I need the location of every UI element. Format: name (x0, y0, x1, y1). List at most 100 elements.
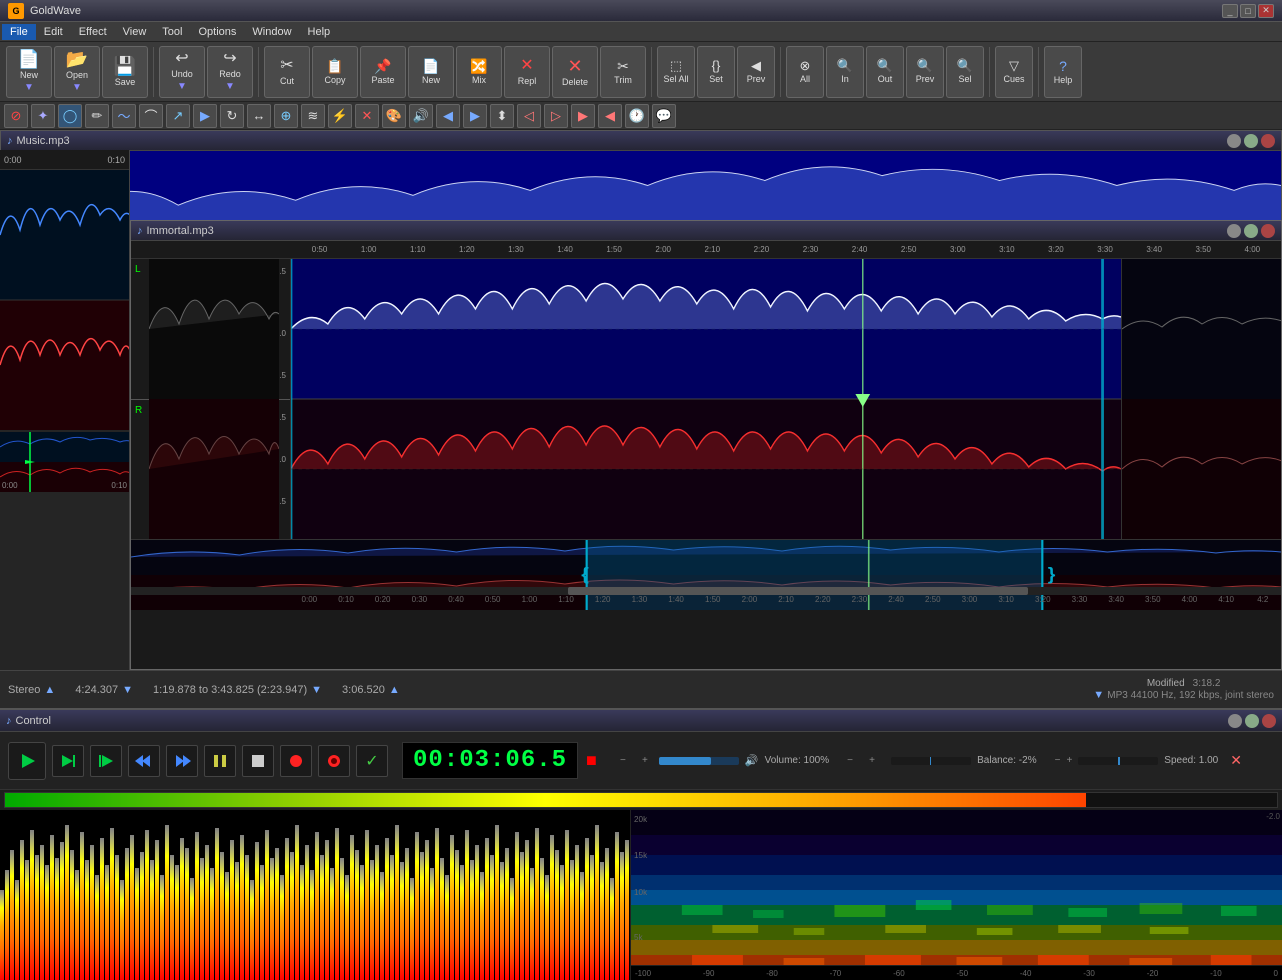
help-button[interactable]: ? Help (1044, 46, 1082, 98)
move-btn[interactable]: ✦ (31, 104, 55, 128)
mini-overview[interactable]: 0:00 0:10 (0, 432, 129, 492)
comment-btn[interactable]: 💬 (652, 104, 676, 128)
fade-btn[interactable]: ⬍ (490, 104, 514, 128)
open-dropdown[interactable]: ▼ (72, 82, 82, 93)
selall-button[interactable]: ⬚ Sel All (657, 46, 695, 98)
paste-button[interactable]: 📌 Paste (360, 46, 406, 98)
pencil-btn[interactable]: ✏ (85, 104, 109, 128)
undo-button[interactable]: ↩ Undo ▼ (159, 46, 205, 98)
split-btn[interactable]: ⚡ (328, 104, 352, 128)
all-button[interactable]: ⊗ All (786, 46, 824, 98)
prev-button[interactable]: ◀ Prev (737, 46, 775, 98)
duration-dropdown[interactable]: ▼ (122, 684, 133, 696)
left2-btn[interactable]: ◀ (436, 104, 460, 128)
ctrl-close[interactable] (1262, 714, 1276, 728)
channels-dropdown[interactable]: ▲ (44, 684, 55, 696)
line-btn[interactable]: ↗ (166, 104, 190, 128)
close-x[interactable]: ✕ (1230, 752, 1242, 769)
set-button[interactable]: {} Set (697, 46, 735, 98)
record-button[interactable] (280, 745, 312, 777)
delete-button[interactable]: ✕ Delete (552, 46, 598, 98)
mix-button[interactable]: 🔀 Mix (456, 46, 502, 98)
immortal-close[interactable] (1261, 224, 1275, 238)
menu-options[interactable]: Options (190, 24, 244, 40)
confirm-button[interactable]: ✓ (356, 745, 388, 777)
bounce-btn[interactable]: ↔ (247, 104, 271, 128)
bal-plus[interactable]: + (869, 755, 885, 766)
trim-button[interactable]: ✂ Trim (600, 46, 646, 98)
immortal-overview[interactable]: { } 0:00 0:10 0:20 0:30 0:40 0:50 1:00 1… (131, 539, 1281, 609)
mark2-btn[interactable]: ▷ (544, 104, 568, 128)
cross-btn[interactable]: ✕ (355, 104, 379, 128)
minimize-button[interactable]: _ (1222, 4, 1238, 18)
save-button[interactable]: 💾 Save (102, 46, 148, 98)
menu-tool[interactable]: Tool (154, 24, 190, 40)
right2-btn[interactable]: ▶ (463, 104, 487, 128)
volume2-btn[interactable]: 🔊 (409, 104, 433, 128)
record-monitor-button[interactable] (318, 745, 350, 777)
speed-plus[interactable]: + (1066, 755, 1072, 766)
rewind-button[interactable] (128, 745, 160, 777)
menu-effect[interactable]: Effect (71, 24, 115, 40)
open-button[interactable]: 📂 Open ▼ (54, 46, 100, 98)
smooth-btn[interactable]: ⌒ (139, 104, 163, 128)
cut-button[interactable]: ✂ Cut (264, 46, 310, 98)
scrollbar-thumb[interactable] (568, 587, 1028, 595)
menu-window[interactable]: Window (244, 24, 299, 40)
selection-dropdown[interactable]: ▼ (311, 684, 322, 696)
immortal-restore[interactable] (1244, 224, 1258, 238)
select-btn[interactable]: ◯ (58, 104, 82, 128)
new2-button[interactable]: 📄 New (408, 46, 454, 98)
zoomout-button[interactable]: 🔍 Out (866, 46, 904, 98)
replace-button[interactable]: ✕ Repl (504, 46, 550, 98)
undo-dropdown[interactable]: ▼ (177, 81, 187, 92)
maximize-button[interactable]: □ (1240, 4, 1256, 18)
fastforward-button[interactable] (166, 745, 198, 777)
music-close[interactable] (1261, 134, 1275, 148)
mark4-btn[interactable]: ◀ (598, 104, 622, 128)
cursor-dropdown[interactable]: ▲ (389, 684, 400, 696)
right-btn[interactable]: ▶ (193, 104, 217, 128)
prevzoom-button[interactable]: 🔍 Prev (906, 46, 944, 98)
clock-btn[interactable]: 🕐 (625, 104, 649, 128)
close-button[interactable]: ✕ (1258, 4, 1274, 18)
redo-dropdown[interactable]: ▼ (225, 81, 235, 92)
h-scrollbar[interactable] (131, 587, 1281, 595)
mark1-btn[interactable]: ◁ (517, 104, 541, 128)
bal-minus[interactable]: − (847, 755, 863, 766)
stop-button[interactable] (242, 745, 274, 777)
menu-file[interactable]: File (2, 24, 36, 40)
play-from-start-button[interactable] (90, 745, 122, 777)
side-waveform[interactable] (0, 170, 129, 430)
music-minimize[interactable] (1227, 134, 1241, 148)
pause-button[interactable] (204, 745, 236, 777)
ctrl-minimize[interactable] (1228, 714, 1242, 728)
music-maximize[interactable] (1244, 134, 1258, 148)
immortal-minimize[interactable] (1227, 224, 1241, 238)
copy-button[interactable]: 📋 Copy (312, 46, 358, 98)
speed-minus[interactable]: − (1055, 755, 1061, 766)
stop-effect-btn[interactable]: ⊘ (4, 104, 28, 128)
cues-button[interactable]: ▽ Cues (995, 46, 1033, 98)
redo-button[interactable]: ↪ Redo ▼ (207, 46, 253, 98)
loop-btn[interactable]: ↻ (220, 104, 244, 128)
mark3-btn[interactable]: ▶ (571, 104, 595, 128)
new-button[interactable]: 📄 New ▼ (6, 46, 52, 98)
wave-btn[interactable]: 〜 (112, 104, 136, 128)
zoom-move-btn[interactable]: ⊕ (274, 104, 298, 128)
speed-track[interactable] (1078, 757, 1158, 765)
zoomin-button[interactable]: 🔍 In (826, 46, 864, 98)
play-to-end-button[interactable] (52, 745, 84, 777)
ctrl-restore[interactable] (1245, 714, 1259, 728)
vol-minus[interactable]: − (615, 755, 631, 766)
play-button[interactable] (8, 742, 46, 780)
menu-view[interactable]: View (115, 24, 155, 40)
balance-track[interactable] (891, 757, 971, 765)
eq-btn[interactable]: ≋ (301, 104, 325, 128)
volume-track[interactable] (659, 757, 739, 765)
selzoom-button[interactable]: 🔍 Sel (946, 46, 984, 98)
menu-edit[interactable]: Edit (36, 24, 71, 40)
immortal-waveform[interactable] (291, 259, 1121, 539)
new-dropdown[interactable]: ▼ (24, 82, 34, 93)
color-btn[interactable]: 🎨 (382, 104, 406, 128)
